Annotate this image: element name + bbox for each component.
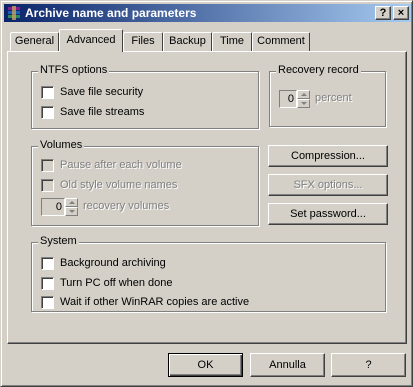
arrow-up-icon <box>301 93 307 96</box>
tab-time[interactable]: Time <box>212 32 252 51</box>
recovery-volumes-value: 0 <box>41 198 65 216</box>
advanced-panel: NTFS options Save file security Save fil… <box>7 51 407 344</box>
spin-down-button <box>297 99 310 108</box>
winrar-icon <box>8 6 20 20</box>
recovery-percent-unit: percent <box>315 92 352 104</box>
volumes-title: Volumes <box>38 139 85 151</box>
ntfs-options-title: NTFS options <box>38 64 110 76</box>
tab-general[interactable]: General <box>10 32 59 51</box>
spin-up-button <box>65 198 78 207</box>
recovery-volumes-stepper <box>65 198 78 216</box>
volumes-group: Volumes Pause after each volume Old styl… <box>31 139 259 226</box>
window-title: Archive name and parameters <box>25 6 197 20</box>
cancel-button[interactable]: Annulla <box>250 353 325 377</box>
turn-pc-off-checkbox[interactable] <box>41 277 54 290</box>
old-style-names-checkbox <box>41 179 54 192</box>
arrow-down-icon <box>301 102 307 105</box>
set-password-button[interactable]: Set password... <box>268 203 388 225</box>
turn-pc-off-label: Turn PC off when done <box>60 277 173 289</box>
wait-other-copies-checkbox[interactable] <box>41 296 54 309</box>
save-file-streams-checkbox[interactable] <box>41 106 54 119</box>
system-title: System <box>38 235 79 247</box>
save-file-streams-label: Save file streams <box>60 106 145 118</box>
arrow-up-icon <box>69 201 75 204</box>
arrow-down-icon <box>69 210 75 213</box>
recovery-record-group: Recovery record 0 percent <box>269 64 386 127</box>
recovery-volumes-spinner: 0 recovery volumes <box>41 198 201 216</box>
close-button[interactable]: × <box>393 6 409 20</box>
pause-after-volume-label: Pause after each volume <box>60 159 182 171</box>
tab-backup[interactable]: Backup <box>163 32 212 51</box>
save-file-security-label: Save file security <box>60 86 144 98</box>
archive-dialog: Archive name and parameters ? × General … <box>0 0 413 387</box>
wait-other-copies-label: Wait if other WinRAR copies are active <box>60 296 250 308</box>
system-group: System Background archiving Turn PC off … <box>31 235 386 312</box>
recovery-percent-spinner: 0 percent <box>279 90 369 108</box>
spin-up-button <box>297 90 310 99</box>
pause-after-volume-checkbox <box>41 159 54 172</box>
ok-button[interactable]: OK <box>168 353 243 377</box>
tab-files[interactable]: Files <box>123 32 163 51</box>
compression-button[interactable]: Compression... <box>268 145 388 167</box>
old-style-names-label: Old style volume names <box>60 179 178 191</box>
background-archiving-checkbox[interactable] <box>41 257 54 270</box>
background-archiving-label: Background archiving <box>60 257 166 269</box>
tab-advanced[interactable]: Advanced <box>59 29 123 52</box>
tab-comment[interactable]: Comment <box>252 32 310 51</box>
title-bar[interactable]: Archive name and parameters ? × <box>4 4 411 22</box>
recovery-percent-value: 0 <box>279 90 297 108</box>
ntfs-options-group: NTFS options Save file security Save fil… <box>31 64 259 129</box>
recovery-record-title: Recovery record <box>276 64 361 76</box>
help-button[interactable]: ? <box>331 353 406 377</box>
recovery-volumes-label: recovery volumes <box>83 200 170 212</box>
help-title-button[interactable]: ? <box>375 6 391 20</box>
sfx-options-button: SFX options... <box>268 174 388 196</box>
save-file-security-checkbox[interactable] <box>41 86 54 99</box>
recovery-percent-stepper <box>297 90 310 108</box>
spin-down-button <box>65 207 78 216</box>
